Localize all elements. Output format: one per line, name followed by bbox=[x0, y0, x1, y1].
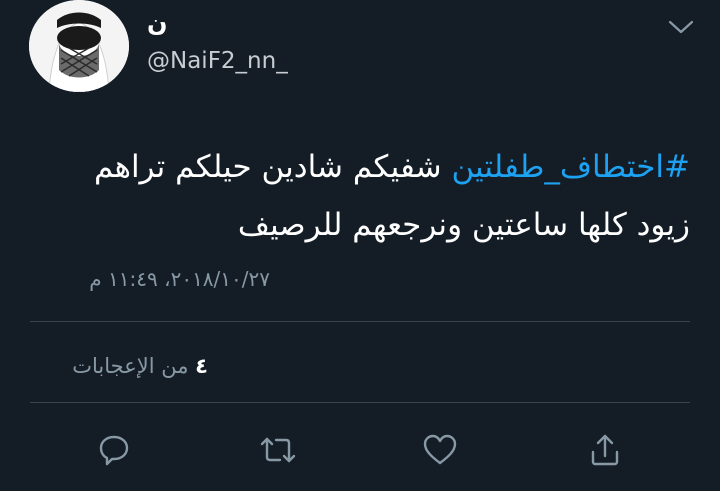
likes-count: ٤ bbox=[195, 354, 208, 378]
tweet-card: ن @NaiF2_nn_ #اختطاف_طفلتين شفيكم شادين … bbox=[0, 0, 720, 491]
user-handle[interactable]: @NaiF2_nn_ bbox=[147, 47, 288, 75]
likes-label: من الإعجابات bbox=[72, 354, 196, 378]
reply-icon[interactable] bbox=[94, 430, 134, 470]
tweet-text-line1: شفيكم شادين حيلكم تراهم bbox=[93, 149, 452, 185]
likes-stat[interactable]: ٤ من الإعجابات bbox=[72, 352, 208, 380]
retweet-icon[interactable] bbox=[258, 430, 298, 470]
tweet-text-line2: زيود كلها ساعتين ونرجعهم للرصيف bbox=[237, 207, 690, 243]
divider bbox=[30, 321, 690, 322]
avatar[interactable] bbox=[29, 0, 129, 92]
hashtag-link[interactable]: #اختطاف_طفلتين bbox=[451, 149, 690, 185]
chevron-down-icon[interactable] bbox=[666, 16, 696, 38]
tweet-text: #اختطاف_طفلتين شفيكم شادين حيلكم تراهم ز… bbox=[30, 138, 690, 254]
tweet-timestamp[interactable]: ٢٠١٨/١٠/٢٧، ١١:٤٩ م bbox=[89, 265, 270, 293]
divider bbox=[30, 402, 690, 403]
share-icon[interactable] bbox=[585, 430, 625, 470]
display-name[interactable]: ن bbox=[147, 8, 167, 38]
heart-icon[interactable] bbox=[420, 430, 460, 470]
